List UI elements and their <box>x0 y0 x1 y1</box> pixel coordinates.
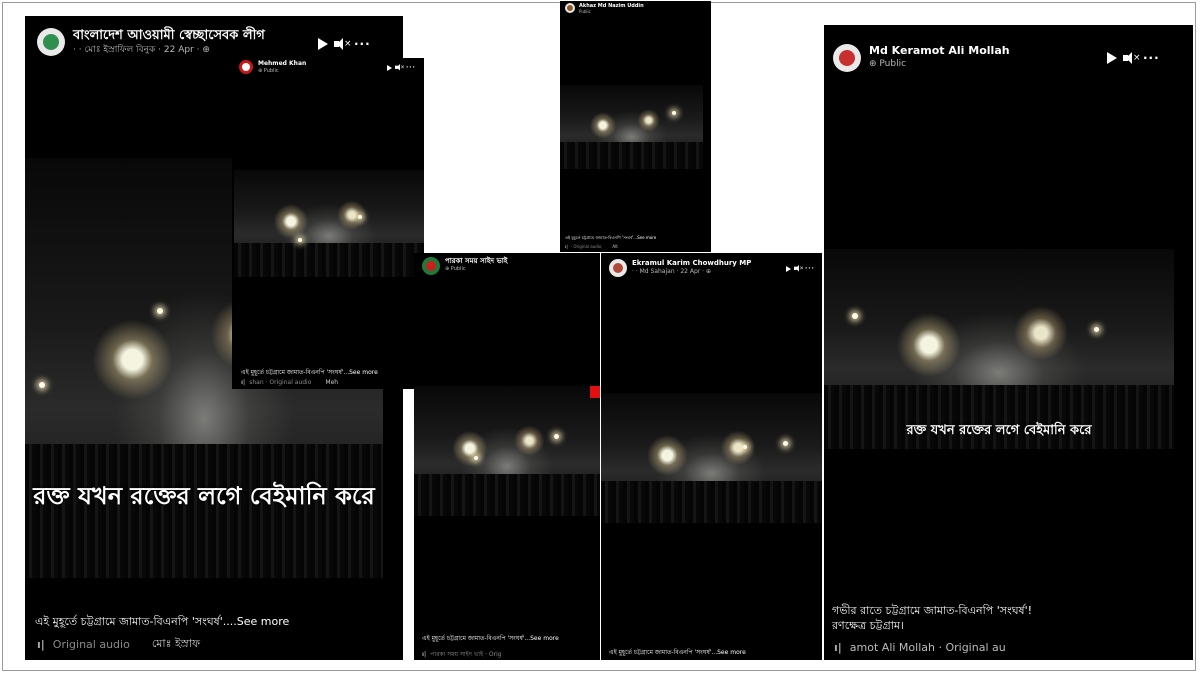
video-overlay-text: রক্ত যখন রক্তের লগে বেইমানি করে <box>33 482 375 510</box>
audio-wave-icon: ı| <box>422 651 427 658</box>
audio-wave-icon: ı| <box>565 244 568 249</box>
video-player[interactable] <box>601 393 822 523</box>
post-caption-line-2[interactable]: রণক্ষেত্র চট্টগ্রাম। <box>832 617 904 636</box>
post-caption[interactable]: এই মুহূর্তে চট্টগ্রামে জামাত-বিএনপি 'সংঘ… <box>565 235 656 242</box>
play-icon[interactable] <box>1107 52 1117 64</box>
audio-label[interactable]: amot Ali Mollah · Original au <box>850 641 1006 654</box>
post-author[interactable]: পারকা সময় সাইদ ভাই <box>445 257 507 266</box>
post-card-3: Akhaz Md Nazim Uddin Public এই মুহূর্তে … <box>560 1 711 252</box>
post-meta: ⊕ Public <box>869 59 907 69</box>
page-avatar[interactable] <box>565 3 575 13</box>
video-player[interactable]: রক্ত যখন রক্তের লগে বেইমানি করে <box>824 249 1174 449</box>
audio-author[interactable]: মোঃ ইস্রাফ <box>152 635 200 654</box>
post-card-2: Mehmed Khan ⊕ Public × ··· এই মুহূর্তে চ… <box>232 58 424 389</box>
audio-label[interactable]: পারকা সময় সাইদ ভাই · Orig <box>430 649 501 660</box>
play-icon[interactable] <box>387 64 392 71</box>
post-caption[interactable]: এই মুহূর্তে চট্টগ্রামে জামাত-বিএনপি 'সংঘ… <box>609 647 746 658</box>
play-icon[interactable] <box>318 38 328 50</box>
audio-author[interactable]: Alt <box>612 244 617 249</box>
video-overlay-text: রক্ত যখন রক্তের লগে বেইমানি করে <box>906 423 1092 438</box>
video-player[interactable] <box>234 170 424 277</box>
post-card-4: পারকা সময় সাইদ ভাই ⊕ Public এই মুহূর্তে… <box>414 253 600 660</box>
red-marker <box>590 386 600 398</box>
post-card-6: Md Keramot Ali Mollah ⊕ Public × ··· রক্… <box>824 25 1193 660</box>
post-meta: · · Md Sahajan · 22 Apr · ⊕ <box>632 268 712 275</box>
post-meta: · · মোঃ ইস্রাফিল বিনুক · 22 Apr · ⊕ <box>73 45 210 55</box>
page-avatar[interactable] <box>833 44 861 72</box>
audio-wave-icon: ı| <box>241 379 246 386</box>
mute-icon[interactable]: × <box>395 64 405 71</box>
video-player[interactable] <box>414 386 600 516</box>
audio-wave-icon: ı| <box>834 641 842 654</box>
page-avatar[interactable] <box>422 257 440 275</box>
post-meta: Public <box>579 9 591 14</box>
page-avatar[interactable] <box>609 259 627 277</box>
mute-icon[interactable]: × <box>1123 52 1141 64</box>
mute-icon[interactable]: × <box>334 38 352 50</box>
post-author[interactable]: বাংলাদেশ আওয়ামী স্বেচ্ছাসেবক লীগ <box>73 28 265 44</box>
audio-wave-icon: ı| <box>37 638 45 651</box>
more-options-icon[interactable]: ··· <box>805 265 815 272</box>
post-meta: ⊕ Public <box>258 68 279 74</box>
audio-label[interactable]: Original audio <box>53 638 130 651</box>
audio-label[interactable]: shan · Original audio <box>249 379 311 386</box>
post-caption[interactable]: এই মুহূর্তে চট্টগ্রামে জামাত-বিএনপি 'সংঘ… <box>422 633 559 644</box>
page-avatar[interactable] <box>239 60 253 74</box>
post-card-5: Ekramul Karim Chowdhury MP · · Md Sahaja… <box>601 253 822 660</box>
page-avatar[interactable] <box>37 28 65 56</box>
post-caption[interactable]: এই মুহূর্তে চট্টগ্রামে জামাত-বিএনপি 'সংঘ… <box>241 367 378 378</box>
audio-label[interactable]: · Original audio <box>571 244 602 249</box>
more-options-icon[interactable]: ··· <box>354 37 371 51</box>
post-caption[interactable]: এই মুহূর্তে চট্টগ্রামে জামাত-বিএনপি 'সংঘ… <box>35 613 289 632</box>
post-author[interactable]: Md Keramot Ali Mollah <box>869 44 1010 58</box>
post-author[interactable]: Ekramul Karim Chowdhury MP <box>632 259 751 268</box>
mute-icon[interactable]: × <box>794 265 804 272</box>
play-icon[interactable] <box>786 265 791 272</box>
audio-author[interactable]: Meh <box>325 379 338 386</box>
post-author[interactable]: Mehmed Khan <box>258 60 306 68</box>
more-options-icon[interactable]: ··· <box>1143 51 1160 65</box>
post-meta: ⊕ Public <box>445 266 466 272</box>
more-options-icon[interactable]: ··· <box>406 64 416 71</box>
video-player[interactable] <box>560 85 703 169</box>
